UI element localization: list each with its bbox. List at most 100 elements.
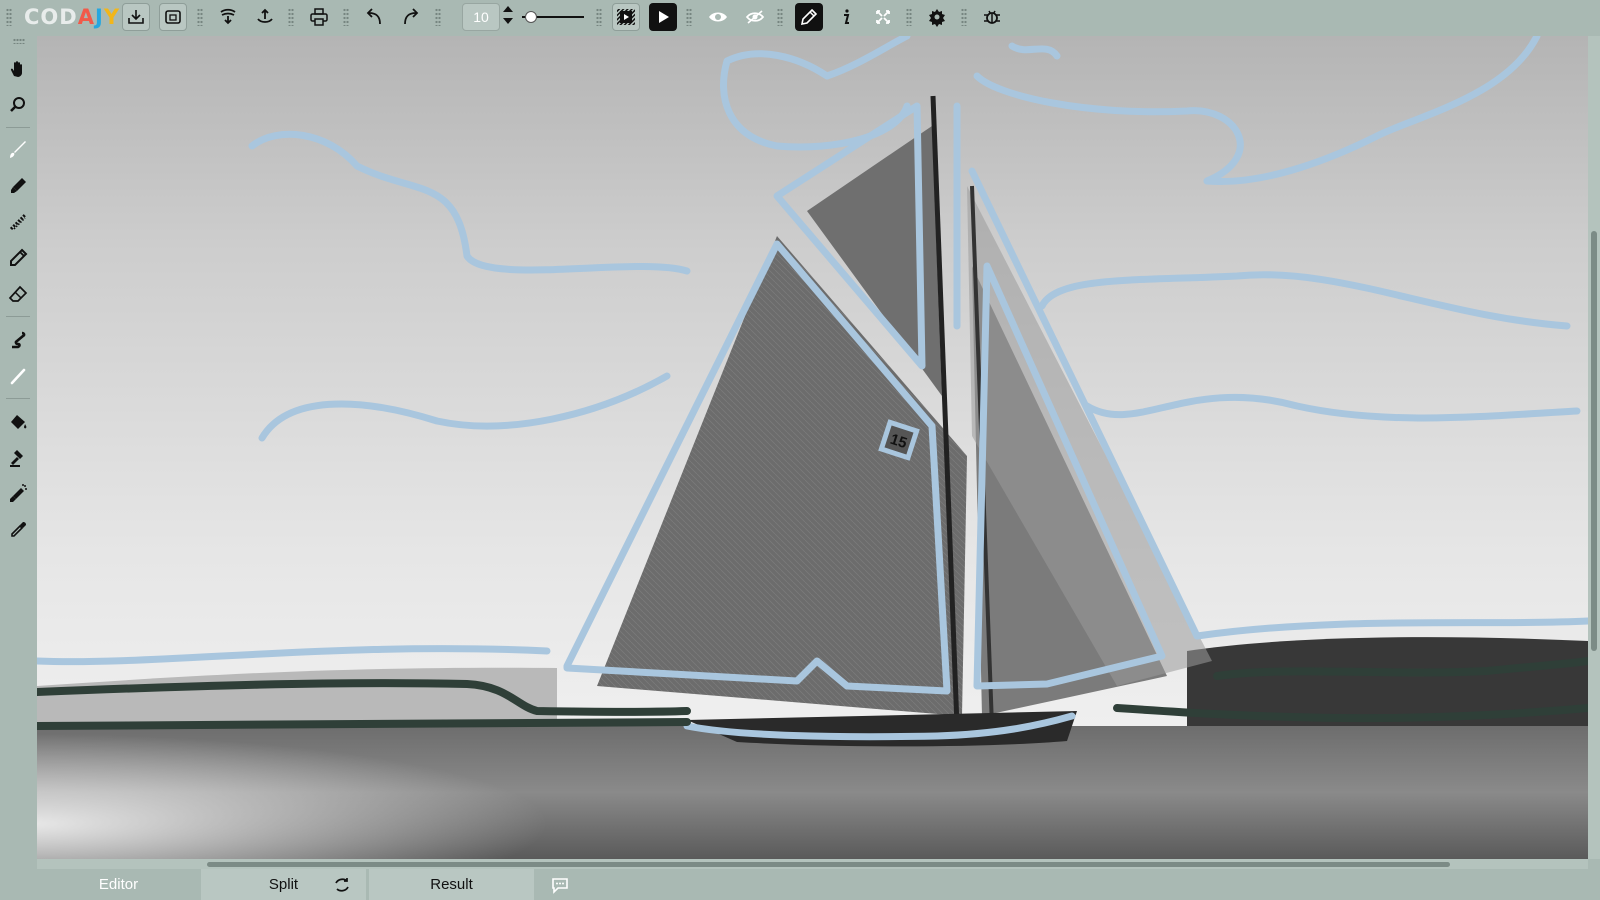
preview-button[interactable] [704, 3, 732, 31]
brush-icon [10, 141, 26, 158]
comment-icon[interactable] [548, 874, 572, 896]
logo-letter: C [24, 5, 41, 29]
sail-number-box: 15 [878, 419, 920, 461]
stylus-button[interactable] [795, 3, 823, 31]
undo-icon [366, 8, 381, 25]
dotted-pen-icon [9, 213, 27, 231]
slider-thumb[interactable] [524, 11, 537, 23]
brush-size-slider[interactable] [522, 10, 584, 24]
debug-button[interactable] [978, 3, 1006, 31]
tab-result[interactable]: Result [369, 869, 534, 900]
print-button[interactable] [305, 3, 333, 31]
info-icon [844, 9, 850, 24]
stamp-icon [10, 450, 23, 467]
horizontal-scrollbar[interactable] [37, 859, 1588, 869]
hand-tool[interactable] [4, 55, 32, 83]
zoom-tool[interactable] [4, 91, 32, 119]
eye-slash-icon [745, 10, 765, 24]
eraser-icon [8, 285, 28, 302]
download-tray-icon [128, 10, 144, 24]
stepper-down-icon[interactable] [503, 18, 513, 24]
toolbar-grip[interactable] [596, 8, 602, 26]
toolbar-grip[interactable] [6, 8, 12, 26]
eyedropper-icon [11, 522, 26, 537]
line-icon [10, 368, 26, 385]
eye-icon [709, 12, 727, 22]
photo-with-strokes[interactable]: 15 [37, 36, 1588, 859]
tool-divider [6, 316, 30, 317]
stroke-shoreline-2 [37, 718, 691, 730]
spray-icon [10, 484, 27, 502]
pencil-icon [10, 248, 28, 266]
brush-size-input[interactable] [462, 3, 500, 31]
toolbar-grip[interactable] [343, 8, 349, 26]
playback-button[interactable] [612, 3, 640, 31]
play-button[interactable] [649, 3, 677, 31]
toolbar-grip[interactable] [961, 8, 967, 26]
left-toolbar [0, 34, 36, 864]
share-icon [257, 8, 273, 23]
horizontal-scroll-thumb[interactable] [207, 862, 1450, 867]
tool-divider [6, 127, 30, 128]
dotted-tool[interactable] [4, 208, 32, 236]
stamp-tool[interactable] [4, 444, 32, 472]
share-button[interactable] [251, 3, 279, 31]
stepper-up-icon[interactable] [503, 6, 513, 12]
image-frame-icon [165, 10, 181, 24]
save-button[interactable] [214, 3, 242, 31]
gallery-button[interactable] [159, 3, 187, 31]
brush-tool[interactable] [4, 136, 32, 164]
logo-letter: A [77, 5, 95, 29]
tab-result-label: Result [430, 876, 473, 893]
bug-icon [984, 10, 1000, 24]
playback-icon [617, 9, 635, 25]
pencil-tool[interactable] [4, 244, 32, 272]
logo-letter: J [94, 5, 104, 29]
logo-letter: D [59, 5, 78, 29]
tab-split-label: Split [268, 876, 299, 893]
toolbar-grip[interactable] [777, 8, 783, 26]
toolbar-grip[interactable] [435, 8, 441, 26]
brush-size-stepper[interactable] [502, 3, 514, 31]
eyedropper-tool[interactable] [4, 516, 32, 544]
logo-letter: Y [103, 5, 121, 29]
redo-button[interactable] [397, 3, 425, 31]
line-tool[interactable] [4, 362, 32, 390]
view-tabs: Editor Split Result [0, 869, 1600, 900]
drawing-canvas[interactable]: 15 [37, 36, 1588, 859]
undo-button[interactable] [360, 3, 388, 31]
toolbar-grip[interactable] [906, 8, 912, 26]
import-button[interactable] [122, 3, 150, 31]
stylus-icon [800, 8, 818, 26]
printer-icon [310, 8, 328, 26]
paint-bucket-icon [11, 415, 27, 429]
smudge-icon [12, 331, 26, 349]
top-toolbar: CODAJY [0, 0, 1600, 34]
tab-editor-label: Editor [98, 876, 139, 893]
fullscreen-button[interactable] [869, 3, 897, 31]
marker-icon [11, 178, 26, 193]
magnifier-icon [10, 97, 25, 112]
settings-button[interactable] [923, 3, 951, 31]
toolbar-grip[interactable] [197, 8, 203, 26]
eraser-tool[interactable] [4, 280, 32, 308]
fill-tool[interactable] [4, 408, 32, 436]
logo-letter: O [40, 5, 60, 29]
info-button[interactable] [832, 3, 860, 31]
swap-icon[interactable] [330, 874, 354, 896]
toolbar-grip[interactable] [288, 8, 294, 26]
play-icon [659, 11, 669, 23]
spray-tool[interactable] [4, 480, 32, 508]
save-icon [220, 8, 236, 25]
hand-icon [10, 61, 22, 77]
toolbar-grip[interactable] [13, 38, 25, 44]
hide-button[interactable] [741, 3, 769, 31]
smudge-tool[interactable] [4, 326, 32, 354]
vertical-scroll-thumb[interactable] [1591, 231, 1597, 651]
marker-tool[interactable] [4, 172, 32, 200]
tab-editor[interactable]: Editor [36, 869, 201, 900]
gear-icon [929, 9, 945, 27]
expand-icon [876, 10, 890, 24]
toolbar-grip[interactable] [686, 8, 692, 26]
vertical-scrollbar[interactable] [1588, 36, 1600, 859]
